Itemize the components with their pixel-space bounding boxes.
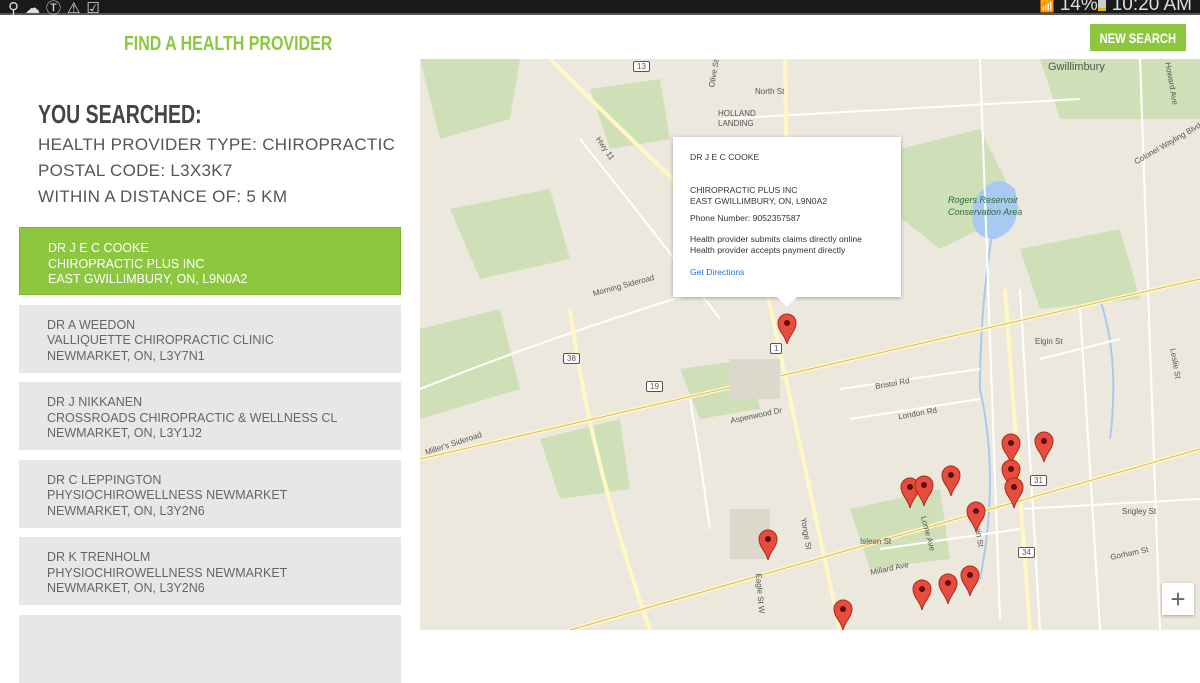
map-marker-icon[interactable] (912, 579, 932, 611)
label-holland: HOLLAND (718, 109, 756, 118)
result-address: NEWMARKET, ON, L3Y2N6 (47, 581, 205, 595)
result-item[interactable]: DR K TRENHOLM PHYSIOCHIROWELLNESS NEWMARK… (19, 537, 401, 605)
result-item[interactable]: DR J E C COOKE CHIROPRACTIC PLUS INC EAST … (19, 227, 401, 295)
label-conservation: Conservation Area (948, 207, 1023, 217)
result-clinic: PHYSIOCHIROWELLNESS NEWMARKET (47, 565, 288, 580)
new-search-label: NEW SEARCH (1099, 29, 1177, 46)
map[interactable]: Gwillimbury HOLLAND LANDING Rogers Reser… (420, 59, 1200, 630)
search-heading: YOU SEARCHED: (38, 99, 202, 129)
popup-address: EAST GWILLIMBURY, ON, L9N0A2 (690, 196, 828, 206)
result-clinic: VALLIQUETTE CHIROPRACTIC CLINIC (47, 333, 274, 347)
result-address: NEWMARKET, ON, L3Y2N6 (47, 503, 205, 518)
search-postal: POSTAL CODE: L3X3K7 (38, 161, 233, 180)
popup-note-claims: Health provider submits claims directly … (690, 234, 862, 244)
clock: 10:20 AM (1111, 0, 1192, 15)
label-srigley: Srigley St (1122, 507, 1157, 516)
info-window: DR J E C COOKE CHIROPRACTIC PLUS INC EAS… (673, 137, 901, 307)
route-shield: 38 (563, 353, 580, 364)
result-name: DR J E C COOKE (48, 241, 149, 255)
wifi-icon: 📶 (1039, 0, 1055, 13)
status-right: 📶 14% 10:20 AM (1039, 0, 1192, 16)
get-directions-link[interactable]: Get Directions (690, 267, 744, 277)
map-marker-icon[interactable] (938, 573, 958, 605)
result-item[interactable]: DR A WEEDON VALLIQUETTE CHIROPRACTIC CLIN… (19, 304, 401, 373)
page-title: FIND A HEALTH PROVIDER (124, 33, 333, 55)
map-marker-icon[interactable] (1004, 477, 1024, 509)
battery-icon (1097, 0, 1106, 11)
map-marker-icon[interactable] (941, 465, 961, 497)
result-address: NEWMARKET, ON, L3Y7N1 (47, 348, 205, 363)
map-marker-icon[interactable] (833, 599, 853, 630)
status-bar: ⚲☁Ⓣ⚠☑ 📶 14% 10:20 AM (0, 0, 1200, 17)
result-name: DR C LEPPINGTON (47, 472, 162, 487)
search-type: HEALTH PROVIDER TYPE: CHIROPRACTIC (38, 135, 396, 154)
map-marker-icon[interactable] (1034, 431, 1054, 463)
result-item[interactable]: DR C LEPPINGTON PHYSIOCHIROWELLNESS NEWMA… (19, 459, 401, 528)
popup-clinic: CHIROPRACTIC PLUS INC (690, 185, 798, 195)
map-marker-icon[interactable] (758, 529, 778, 561)
new-search-button[interactable]: NEW SEARCH (1090, 24, 1186, 51)
label-isleen: Isleen St (860, 537, 892, 546)
result-name: DR A WEEDON (47, 317, 136, 332)
map-marker-icon[interactable] (914, 475, 934, 507)
label-gwillimbury: Gwillimbury (1048, 61, 1105, 73)
popup-phone: Phone Number: 9052357587 (690, 213, 801, 223)
map-marker-icon[interactable] (960, 565, 980, 597)
result-address: EAST GWILLIMBURY, ON, L9N0A2 (48, 272, 248, 286)
battery-level: 14% (1059, 0, 1098, 15)
result-item[interactable] (19, 615, 401, 683)
route-shield: 13 (633, 61, 650, 72)
label-elgin: Elgin St (1035, 337, 1063, 346)
result-clinic: PHYSIOCHIROWELLNESS NEWMARKET (47, 488, 288, 502)
popup-name: DR J E C COOKE (690, 152, 760, 162)
popup-note-payment: Health provider accepts payment directly (690, 245, 846, 255)
result-name: DR J NIKKANEN (47, 395, 143, 409)
map-marker-icon[interactable] (777, 313, 797, 345)
map-marker-icon[interactable] (966, 501, 986, 533)
label-rogers: Rogers Reservoir (948, 195, 1019, 205)
result-name: DR K TRENHOLM (47, 550, 151, 564)
search-distance: WITHIN A DISTANCE OF: 5 KM (38, 187, 288, 206)
label-north: North St (755, 87, 785, 96)
result-clinic: CROSSROADS CHIROPRACTIC & WELLNESS CL (47, 410, 338, 425)
route-shield: 31 (1030, 475, 1047, 486)
route-shield: 19 (646, 381, 663, 392)
label-landing: LANDING (718, 119, 754, 128)
result-item[interactable]: DR J NIKKANEN CROSSROADS CHIROPRACTIC & W… (19, 382, 401, 450)
notification-icons: ⚲☁Ⓣ⚠☑ (8, 0, 106, 17)
result-clinic: CHIROPRACTIC PLUS INC (48, 256, 205, 271)
result-address: NEWMARKET, ON, L3Y1J2 (47, 426, 202, 440)
route-shield: 34 (1018, 547, 1035, 558)
zoom-in-button[interactable]: + (1162, 583, 1194, 615)
